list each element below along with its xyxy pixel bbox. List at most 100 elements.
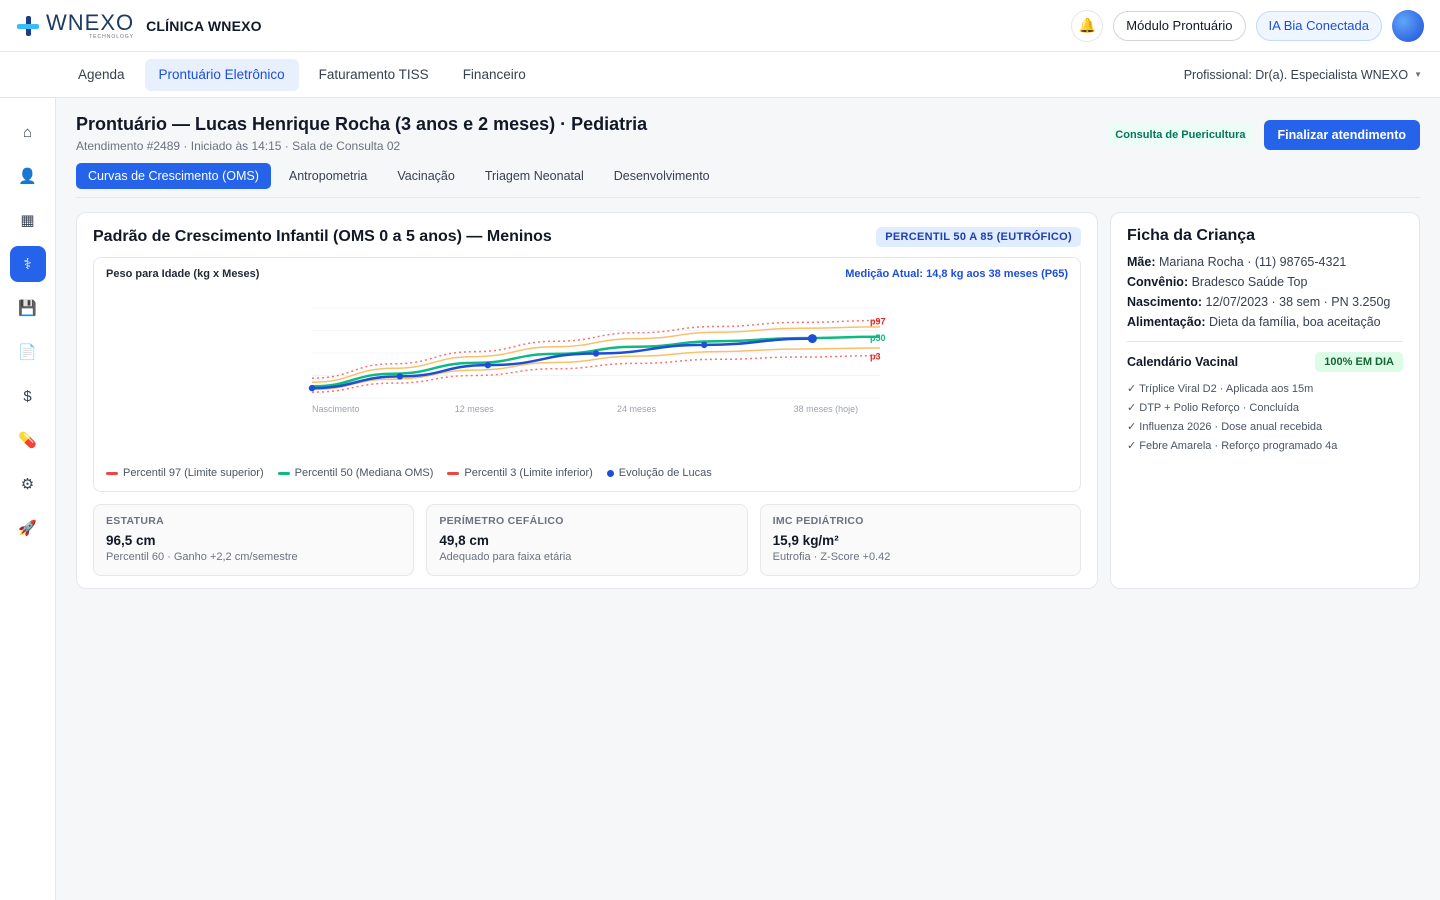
mother-info: Mãe: Mariana Rocha · (11) 98765-4321 xyxy=(1127,255,1403,269)
vaccine-status-badge: 100% EM DIA xyxy=(1315,352,1403,372)
bell-icon: 🔔 xyxy=(1078,17,1097,33)
birth-value: 12/07/2023 · 38 sem · PN 3.250g xyxy=(1205,295,1391,309)
insurance-label: Convênio: xyxy=(1127,275,1189,289)
percentile-badge: PERCENTIL 50 A 85 (EUTRÓFICO) xyxy=(876,227,1081,247)
metric-label: IMC PEDIÁTRICO xyxy=(772,515,864,527)
mother-value: Mariana Rocha · (11) 98765-4321 xyxy=(1158,255,1347,269)
legend-p3-label: Percentil 3 (Limite inferior) xyxy=(464,467,593,479)
metric-head-circumference: PERÍMETRO CEFÁLICO 49,8 cm Adequado para… xyxy=(426,504,748,576)
main-content: Prontuário — Lucas Henrique Rocha (3 ano… xyxy=(76,98,1420,589)
top-bar: WNEXO TECHNOLOGY CLÍNICA WNEXO 🔔 Módulo … xyxy=(0,0,1440,52)
nav-agenda[interactable]: Agenda xyxy=(64,59,139,91)
series-end-label-p50: p50 xyxy=(870,333,886,343)
x-tick-label: 24 meses xyxy=(617,404,657,414)
dollar-icon[interactable]: $ xyxy=(10,378,46,414)
birth-label: Nascimento: xyxy=(1127,295,1203,309)
chart-label: Peso para Idade (kg x Meses) xyxy=(106,268,260,280)
growth-chart: Peso para Idade (kg x Meses) Medição Atu… xyxy=(93,257,1081,492)
notifications-button[interactable]: 🔔 xyxy=(1071,9,1104,42)
nav-faturamento[interactable]: Faturamento TISS xyxy=(305,59,443,91)
record-tabs: Curvas de Crescimento (OMS) Antropometri… xyxy=(76,163,1420,189)
sidebar: ⌂ 👤 ▦ ⚕ 💾 📄 $ 💊 ⚙ 🚀 xyxy=(0,98,56,900)
gear-icon[interactable]: ⚙ xyxy=(10,466,46,502)
tab-development[interactable]: Desenvolvimento xyxy=(602,163,722,189)
legend-p50-label: Percentil 50 (Mediana OMS) xyxy=(294,467,434,479)
series-end-label-p3: p3 xyxy=(870,352,881,362)
rocket-icon[interactable]: 🚀 xyxy=(10,510,46,546)
vaccine-item: ✓ Influenza 2026 · Dose anual recebida xyxy=(1127,421,1323,433)
growth-chart-svg: p97 p50 p3 Nascimento 12 meses 24 meses 38 mes… xyxy=(308,307,886,414)
tabs-divider xyxy=(76,197,1420,198)
lucas-data-point xyxy=(308,384,316,392)
logo-sub: TECHNOLOGY xyxy=(89,33,135,40)
metric-note: Adequado para faixa etária xyxy=(439,551,572,563)
chart-legend: Percentil 97 (Limite superior) Percentil… xyxy=(106,467,712,479)
child-card: Ficha da Criança Mãe: Mariana Rocha · (1… xyxy=(1110,212,1420,589)
finish-appointment-button[interactable]: Finalizar atendimento xyxy=(1263,120,1420,150)
tab-neonatal-screening[interactable]: Triagem Neonatal xyxy=(473,163,596,189)
vaccine-item: ✓ DTP + Polio Reforço · Concluída xyxy=(1127,402,1299,414)
tab-vaccination[interactable]: Vacinação xyxy=(385,163,466,189)
caret-down-icon: ▼ xyxy=(1414,70,1422,79)
professional-selector[interactable]: Profissional: Dr(a). Especialista WNEXO … xyxy=(1184,68,1422,82)
metric-bmi: IMC PEDIÁTRICO 15,9 kg/m² Eutrofia · Z-S… xyxy=(759,504,1081,576)
page-title: Prontuário — Lucas Henrique Rocha (3 ano… xyxy=(76,114,648,134)
metric-height: ESTATURA 96,5 cm Percentil 60 · Ganho +2… xyxy=(93,504,415,576)
feeding-info: Alimentação: Dieta da família, boa aceit… xyxy=(1127,315,1403,329)
lucas-data-point xyxy=(592,350,600,357)
child-card-title: Ficha da Criança xyxy=(1127,227,1256,244)
logo[interactable]: WNEXO TECHNOLOGY xyxy=(16,11,135,40)
feeding-value: Dieta da família, boa aceitação xyxy=(1208,315,1381,329)
metric-note: Percentil 60 · Ganho +2,2 cm/semestre xyxy=(106,551,298,563)
main-nav: Agenda Prontuário Eletrônico Faturamento… xyxy=(0,52,1440,98)
metric-note: Eutrofia · Z-Score +0.42 xyxy=(772,551,891,563)
page-subtitle: Atendimento #2489 · Iniciado às 14:15 · … xyxy=(76,139,401,153)
legend-lucas: Evolução de Lucas xyxy=(606,467,712,479)
insurance-value: Bradesco Saúde Top xyxy=(1191,275,1308,289)
series-end-label-p97: p97 xyxy=(870,317,886,327)
logo-cross-icon xyxy=(16,14,40,38)
lucas-data-point xyxy=(396,373,404,380)
clinic-name: CLÍNICA WNEXO xyxy=(146,17,262,34)
consultation-type-badge: Consulta de Puericultura xyxy=(1107,124,1254,146)
medical-record-icon[interactable]: ⚕ xyxy=(9,246,46,282)
metric-value: 15,9 kg/m² xyxy=(772,533,839,548)
lucas-data-point xyxy=(484,361,492,369)
legend-p50: Percentil 50 (Mediana OMS) xyxy=(277,467,434,479)
growth-card: Padrão de Crescimento Infantil (OMS 0 a … xyxy=(76,212,1098,589)
metric-label: PERÍMETRO CEFÁLICO xyxy=(439,515,564,527)
home-icon[interactable]: ⌂ xyxy=(10,114,46,150)
growth-title: Padrão de Crescimento Infantil (OMS 0 a … xyxy=(93,228,552,245)
x-tick-label: Nascimento xyxy=(312,404,360,414)
vaccine-item: ✓ Tríplice Viral D2 · Aplicada aos 15m xyxy=(1127,383,1314,395)
lucas-data-point xyxy=(807,334,817,344)
metric-label: ESTATURA xyxy=(106,515,165,527)
calendar-icon[interactable]: ▦ xyxy=(10,202,46,238)
x-tick-label: 12 meses xyxy=(455,404,495,414)
nav-financeiro[interactable]: Financeiro xyxy=(449,59,540,91)
avatar[interactable] xyxy=(1392,9,1424,42)
x-tick-label: 38 meses (hoje) xyxy=(794,404,859,414)
legend-p3: Percentil 3 (Limite inferior) xyxy=(447,467,593,479)
pill-icon[interactable]: 💊 xyxy=(10,422,46,458)
nav-prontuario[interactable]: Prontuário Eletrônico xyxy=(144,58,299,91)
vaccine-item: ✓ Febre Amarela · Reforço programado 4a xyxy=(1127,440,1338,452)
patient-icon[interactable]: 👤 xyxy=(10,158,46,194)
professional-label: Profissional: Dr(a). Especialista WNEXO xyxy=(1183,67,1409,82)
metric-value: 96,5 cm xyxy=(106,533,156,548)
birth-info: Nascimento: 12/07/2023 · 38 sem · PN 3.2… xyxy=(1127,295,1403,309)
ia-status-button[interactable]: IA Bia Conectada xyxy=(1255,10,1382,41)
save-icon[interactable]: 💾 xyxy=(10,290,46,326)
divider xyxy=(1127,341,1403,342)
insurance-info: Convênio: Bradesco Saúde Top xyxy=(1127,275,1403,289)
legend-p97: Percentil 97 (Limite superior) xyxy=(106,467,264,479)
legend-lucas-label: Evolução de Lucas xyxy=(618,467,712,479)
tab-anthropometry[interactable]: Antropometria xyxy=(277,163,380,189)
document-icon[interactable]: 📄 xyxy=(10,334,46,370)
metric-value: 49,8 cm xyxy=(439,533,489,548)
module-button[interactable]: Módulo Prontuário xyxy=(1113,10,1246,41)
vaccine-calendar-title: Calendário Vacinal xyxy=(1127,355,1239,369)
tab-growth-curves[interactable]: Curvas de Crescimento (OMS) xyxy=(76,163,271,189)
current-measurement: Medição Atual: 14,8 kg aos 38 meses (P65… xyxy=(845,268,1068,280)
lucas-data-point xyxy=(700,341,708,349)
